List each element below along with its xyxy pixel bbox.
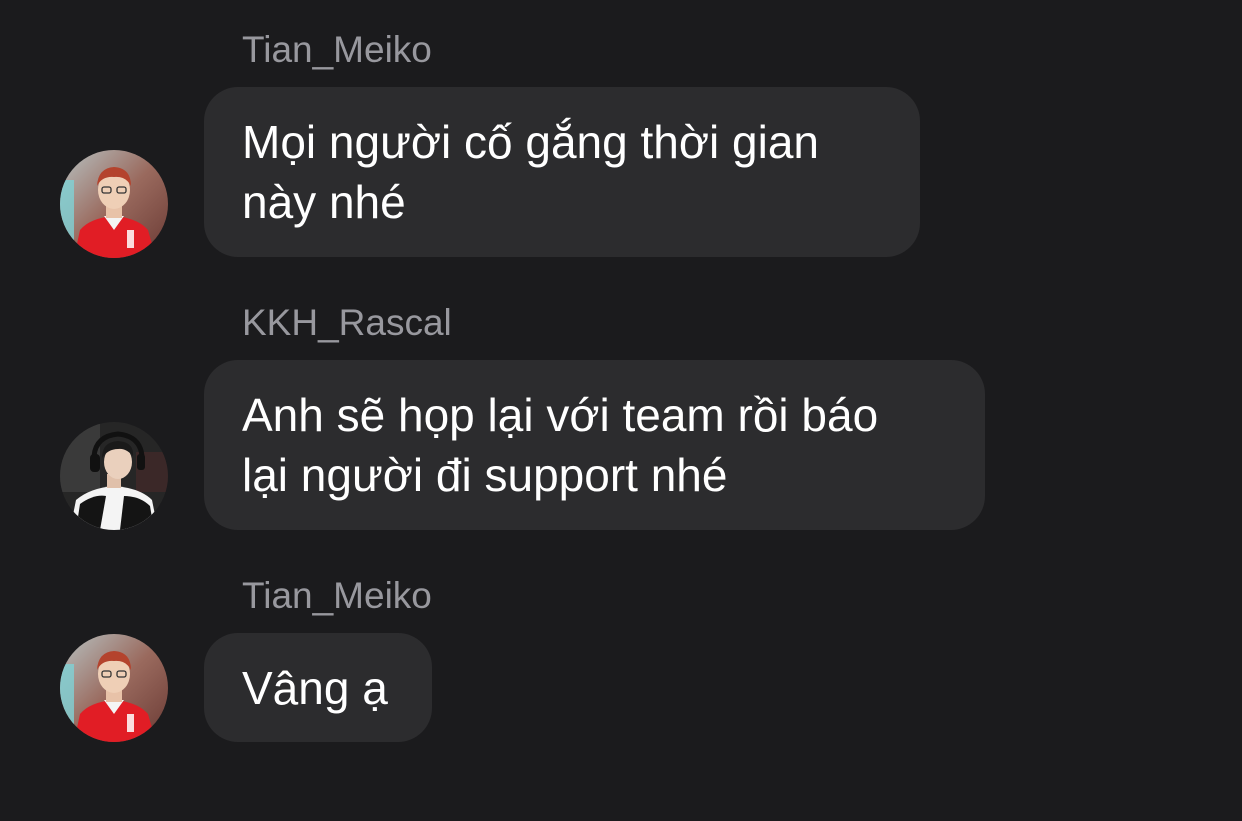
tian-meiko-avatar-image: [60, 150, 168, 258]
avatar[interactable]: [60, 150, 168, 258]
sender-name: Tian_Meiko: [242, 29, 432, 70]
message-bubble[interactable]: Vâng ạ: [204, 633, 432, 742]
tian-meiko-avatar-image: [60, 634, 168, 742]
chat-screen: { "messages": [ { "sender": "Tian_Meiko"…: [0, 0, 1242, 821]
sender-name: KKH_Rascal: [242, 302, 452, 343]
avatar[interactable]: [60, 422, 168, 530]
message-bubble[interactable]: Anh sẽ họp lại với team rồi báo lại ngườ…: [204, 360, 985, 530]
kkh-rascal-avatar-image: [60, 422, 168, 530]
sender-name: Tian_Meiko: [242, 575, 432, 616]
message-bubble[interactable]: Mọi người cố gắng thời gian này nhé: [204, 87, 920, 257]
avatar[interactable]: [60, 634, 168, 742]
